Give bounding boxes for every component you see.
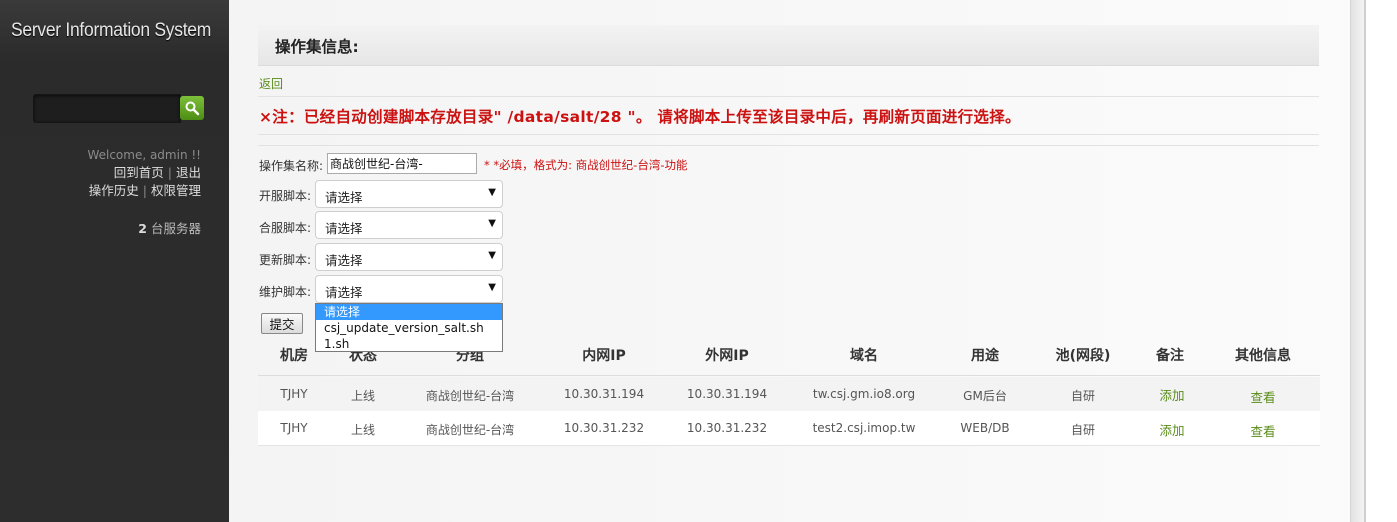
cell-room: TJHY <box>280 387 308 401</box>
divider <box>258 96 1319 97</box>
cell-internal-ip: 10.30.31.194 <box>563 387 645 401</box>
name-hint: * *必填，格式为: 商战创世纪-台湾-功能 <box>484 158 688 172</box>
cell-external-ip: 10.30.31.232 <box>686 421 768 435</box>
divider <box>258 134 1319 135</box>
column-header: 机房 <box>280 348 308 364</box>
column-header: 外网IP <box>705 348 749 364</box>
column-header: 用途 <box>971 348 999 364</box>
update-script-select[interactable]: 请选择 ▼ <box>315 243 503 271</box>
update-script-label: 更新脚本: <box>259 253 312 267</box>
column-header: 域名 <box>850 348 878 364</box>
server-count-label: 台服务器 <box>150 221 201 236</box>
dropdown-option[interactable]: 1.sh <box>316 336 502 352</box>
add-note-link[interactable]: 添加 <box>1159 385 1184 404</box>
cell-purpose: WEB/DB <box>960 421 1010 435</box>
open-script-label: 开服脚本: <box>259 189 312 203</box>
cell-domain: tw.csj.gm.io8.org <box>812 387 916 401</box>
history-link[interactable]: 操作历史 <box>89 183 139 198</box>
operation-set-name-input[interactable] <box>327 153 477 174</box>
cell-room: TJHY <box>280 421 308 435</box>
search-button[interactable] <box>180 96 204 120</box>
cell-pool: 自研 <box>1070 423 1096 437</box>
back-link[interactable]: 返回 <box>259 75 283 92</box>
sidebar-links: 回到首页 | 退出 操作历史 | 权限管理 <box>89 164 201 200</box>
select-value: 请选择 <box>325 253 363 268</box>
column-header: 其他信息 <box>1235 348 1291 364</box>
submit-button[interactable]: 提交 <box>261 313 303 334</box>
welcome-text: Welcome, admin !! <box>87 148 201 162</box>
home-link[interactable]: 回到首页 <box>114 165 164 180</box>
cell-internal-ip: 10.30.31.232 <box>563 421 645 435</box>
column-header: 池(网段) <box>1055 348 1111 364</box>
divider <box>258 375 1320 376</box>
cell-group: 商战创世纪-台湾 <box>425 423 515 437</box>
divider <box>258 145 1319 146</box>
maintenance-script-dropdown: 请选择 csj_update_version_salt.sh 1.sh <box>315 303 503 352</box>
cell-domain: test2.csj.imop.tw <box>812 421 916 435</box>
chevron-down-icon: ▼ <box>488 218 496 229</box>
page-header: 操作集信息: <box>258 25 1319 66</box>
name-label: 操作集名称: <box>259 159 324 173</box>
cell-purpose: GM后台 <box>963 389 1007 403</box>
dropdown-option[interactable]: 请选择 <box>316 304 502 320</box>
sidebar: Server Information System Welcome, admin… <box>0 0 229 522</box>
server-count: 2 台服务器 <box>138 218 201 237</box>
merge-script-label: 合服脚本: <box>259 221 312 235</box>
server-count-value: 2 <box>138 221 147 236</box>
cell-pool: 自研 <box>1070 389 1096 403</box>
notice-message: ×注：已经自动创建脚本存放目录" /data/salt/28 "。 请将脚本上传… <box>259 108 1021 126</box>
search-icon <box>185 101 200 116</box>
column-header: 备注 <box>1156 348 1184 364</box>
search-input[interactable] <box>33 94 181 123</box>
cell-external-ip: 10.30.31.194 <box>686 387 768 401</box>
select-value: 请选择 <box>325 221 363 236</box>
window-edge <box>1364 0 1366 522</box>
maintenance-script-select[interactable]: 请选择 ▼ <box>315 275 503 303</box>
column-header: 内网IP <box>582 348 626 364</box>
open-script-select[interactable]: 请选择 ▼ <box>315 180 503 208</box>
maintenance-script-label: 维护脚本: <box>259 285 312 299</box>
merge-script-select[interactable]: 请选择 ▼ <box>315 211 503 239</box>
dropdown-option[interactable]: csj_update_version_salt.sh <box>316 320 502 336</box>
separator: | <box>167 165 172 180</box>
chevron-down-icon: ▼ <box>488 187 496 198</box>
logout-link[interactable]: 退出 <box>176 165 201 180</box>
page-title: 操作集信息: <box>275 38 359 56</box>
cell-group: 商战创世纪-台湾 <box>425 389 515 403</box>
view-info-link[interactable]: 查看 <box>1250 387 1275 406</box>
table-row: TJHY 上线 商战创世纪-台湾 10.30.31.194 10.30.31.1… <box>258 377 1320 411</box>
chevron-down-icon: ▼ <box>488 282 496 293</box>
table-row: TJHY 上线 商战创世纪-台湾 10.30.31.232 10.30.31.2… <box>258 411 1320 446</box>
cell-status: 上线 <box>350 423 376 437</box>
select-value: 请选择 <box>325 285 363 300</box>
cell-status: 上线 <box>350 389 376 403</box>
permissions-link[interactable]: 权限管理 <box>151 183 201 198</box>
select-value: 请选择 <box>325 190 363 205</box>
chevron-down-icon: ▼ <box>488 250 496 261</box>
scrollbar-track[interactable] <box>1350 0 1365 522</box>
app-title: Server Information System <box>11 20 212 41</box>
separator: | <box>142 183 147 198</box>
view-info-link[interactable]: 查看 <box>1250 421 1275 440</box>
add-note-link[interactable]: 添加 <box>1159 420 1184 439</box>
